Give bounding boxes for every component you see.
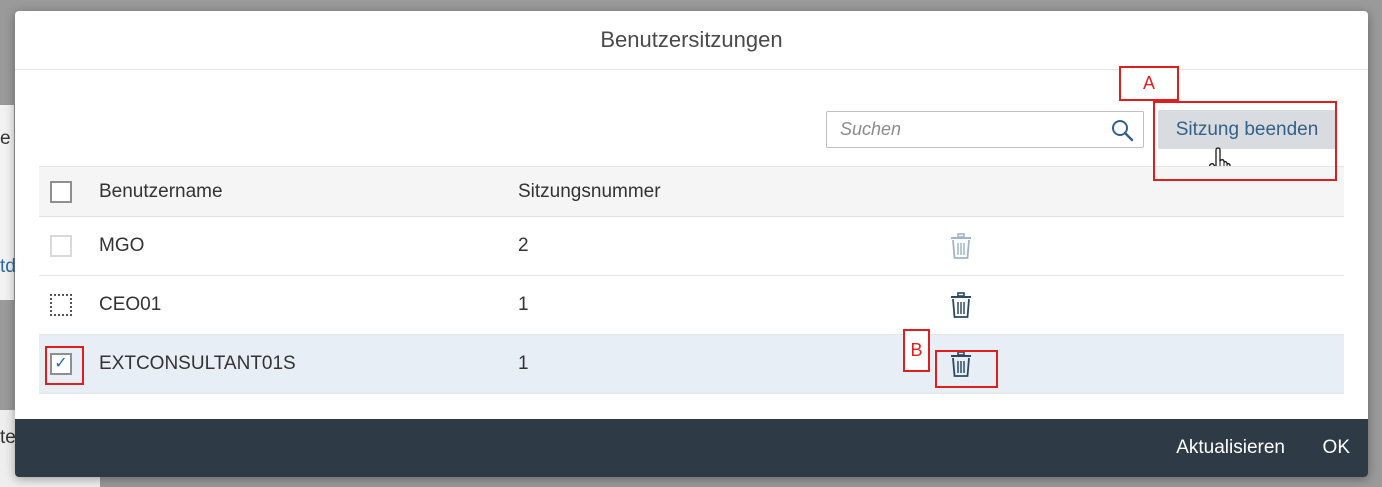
row-checkbox-cell <box>50 217 72 275</box>
refresh-button[interactable]: Aktualisieren <box>1176 419 1285 477</box>
annotation-box-trash <box>935 350 998 388</box>
ok-button[interactable]: OK <box>1323 419 1350 477</box>
select-all-checkbox[interactable] <box>50 180 72 203</box>
column-header-username[interactable]: Benutzername <box>99 167 223 216</box>
search-input[interactable] <box>827 112 1097 147</box>
username-cell: CEO01 <box>99 294 162 315</box>
session-number-cell: 1 <box>518 294 529 315</box>
username-cell: MGO <box>99 235 145 256</box>
background-text: te <box>0 427 16 448</box>
session-number-cell: 2 <box>518 235 529 256</box>
row-checkbox-cell <box>50 276 72 334</box>
background-text: e <box>0 128 11 149</box>
table-row[interactable]: ✓ EXTCONSULTANT01S 1 <box>39 335 1344 394</box>
table-row[interactable]: CEO01 1 <box>39 276 1344 335</box>
select-all-cell <box>50 167 72 216</box>
annotation-label-b: B <box>903 329 930 372</box>
search-icon[interactable] <box>1110 118 1134 142</box>
session-number-cell: 1 <box>518 353 529 374</box>
dialog-header: Benutzersitzungen <box>15 11 1368 70</box>
dialog-footer: Aktualisieren OK <box>15 419 1368 477</box>
column-header-session-number[interactable]: Sitzungsnummer <box>518 167 661 216</box>
sessions-table: Benutzername Sitzungsnummer MGO 2 CEO01 … <box>39 166 1344 394</box>
row-checkbox[interactable] <box>50 294 72 316</box>
table-row[interactable]: MGO 2 <box>39 217 1344 276</box>
dialog-title: Benutzersitzungen <box>600 27 783 52</box>
username-cell: EXTCONSULTANT01S <box>99 353 296 374</box>
annotation-label-a: A <box>1119 66 1179 101</box>
delete-cell <box>949 276 973 334</box>
annotation-box-end-session <box>1153 101 1337 181</box>
search-field[interactable] <box>826 111 1144 148</box>
table-header-row: Benutzername Sitzungsnummer <box>39 166 1344 217</box>
annotation-box-checkbox <box>45 346 84 385</box>
background-link: td <box>0 256 16 277</box>
trash-icon[interactable] <box>949 292 973 318</box>
trash-icon[interactable] <box>949 233 973 259</box>
row-checkbox[interactable] <box>50 235 72 257</box>
delete-cell <box>949 217 973 275</box>
